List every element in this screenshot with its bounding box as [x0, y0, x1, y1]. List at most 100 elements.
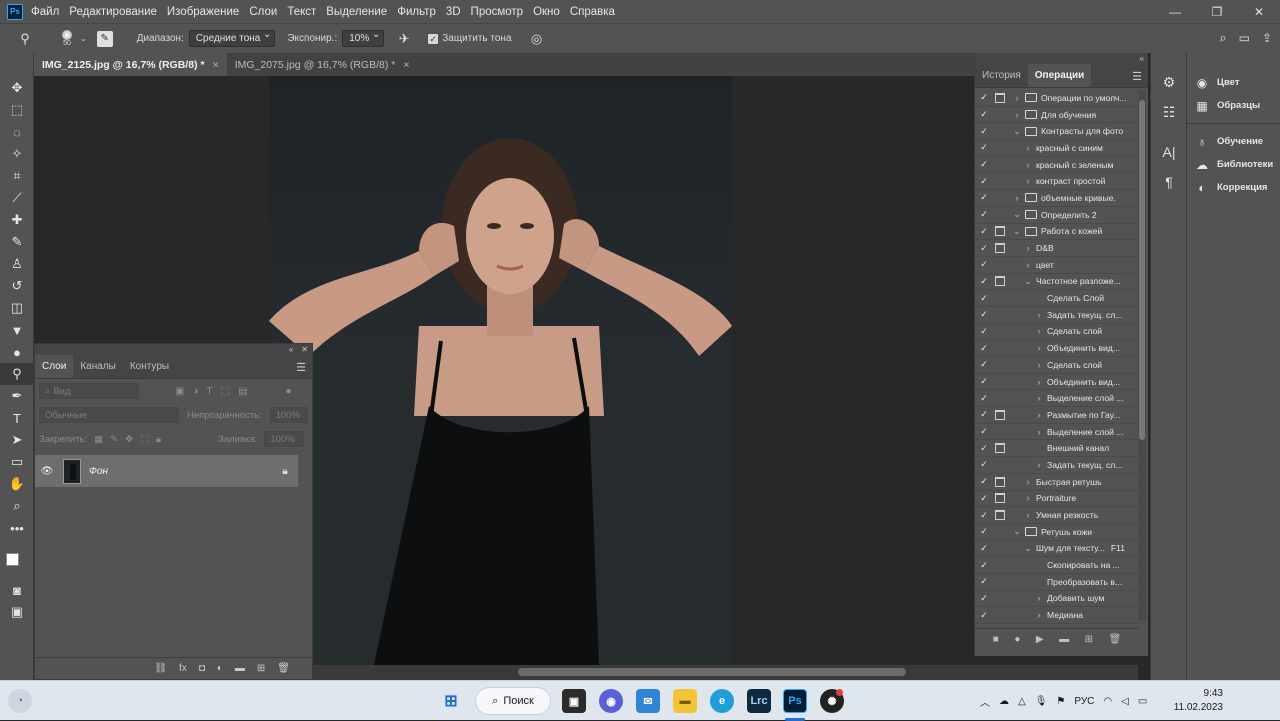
record-icon[interactable]: ● [1014, 634, 1020, 645]
dialog-toggle-icon[interactable] [993, 226, 1007, 237]
expand-arrow-icon[interactable]: ⌄ [1011, 209, 1023, 220]
microphone-icon[interactable]: 🎙︎ [1035, 696, 1048, 707]
lock-pixels-icon[interactable]: ✎ [110, 434, 118, 445]
menu-filter[interactable]: Фильтр [397, 6, 443, 18]
menu-window[interactable]: Окно [533, 6, 567, 18]
learn-panel-button[interactable]: ♁ Обучение [1187, 130, 1280, 153]
expand-arrow-icon[interactable]: ⌄ [1011, 526, 1023, 537]
action-row[interactable]: ✓ › Объединить вид... [975, 374, 1139, 391]
action-checkmark-icon[interactable]: ✓ [975, 393, 993, 404]
tab-actions[interactable]: Операции [1027, 64, 1092, 87]
new-group-icon[interactable]: ▬ [235, 663, 245, 674]
dodge-tool-icon[interactable]: ⚲ [0, 363, 34, 385]
brush-tool-icon[interactable]: ✎ [0, 231, 34, 253]
action-row[interactable]: ✓ › контраст простой [975, 173, 1139, 191]
hand-tool-icon[interactable]: ✋ [0, 473, 34, 495]
action-checkmark-icon[interactable]: ✓ [975, 209, 993, 220]
battery-icon[interactable]: ▭ [1138, 696, 1147, 707]
expand-arrow-icon[interactable]: › [1022, 493, 1034, 503]
action-row[interactable]: ✓ › D&B [975, 240, 1139, 257]
layer-lock-icon[interactable]: 🔒︎ [272, 466, 298, 477]
dialog-toggle-icon[interactable] [993, 610, 1007, 621]
flag-icon[interactable]: ⚑ [1056, 696, 1065, 707]
history-brush-tool-icon[interactable]: ↺ [0, 275, 34, 297]
dialog-toggle-icon[interactable] [993, 393, 1007, 404]
actions-scrollbar-thumb[interactable] [1139, 100, 1145, 440]
foreground-color-swatch[interactable] [6, 553, 19, 566]
lasso-tool-icon[interactable]: ◌ [0, 121, 34, 143]
expand-arrow-icon[interactable]: › [1011, 110, 1023, 120]
dialog-toggle-icon[interactable] [993, 526, 1007, 537]
expand-arrow-icon[interactable]: › [1022, 176, 1034, 186]
expand-arrow-icon[interactable]: › [1033, 343, 1045, 353]
opacity-input[interactable]: 100% [269, 407, 308, 423]
menu-help[interactable]: Справка [570, 6, 622, 18]
action-checkmark-icon[interactable]: ✓ [975, 176, 993, 187]
photoshop-taskbar-icon[interactable]: Ps [783, 689, 807, 713]
panel-menu-icon[interactable]: ☰ [1132, 70, 1142, 83]
expand-arrow-icon[interactable]: › [1033, 360, 1045, 370]
filter-pixel-icon[interactable]: ▣ [175, 386, 184, 397]
action-row[interactable]: ✓ › Добавить шум [975, 591, 1139, 608]
dialog-toggle-icon[interactable] [993, 92, 1007, 103]
action-row[interactable]: ✓ › Быстрая ретушь [975, 474, 1139, 491]
action-checkmark-icon[interactable]: ✓ [975, 359, 993, 370]
chevron-down-icon[interactable]: ⌄ [80, 34, 87, 43]
dialog-toggle-icon[interactable] [993, 309, 1007, 320]
menu-file[interactable]: Файл [31, 6, 66, 18]
dialog-toggle-icon[interactable] [993, 142, 1007, 153]
expand-arrow-icon[interactable]: ⌄ [1022, 276, 1034, 287]
close-icon[interactable]: × [213, 59, 219, 71]
action-checkmark-icon[interactable]: ✓ [975, 543, 993, 554]
action-row[interactable]: ✓ Сделать Слой [975, 290, 1139, 307]
action-checkmark-icon[interactable]: ✓ [975, 142, 993, 153]
expand-arrow-icon[interactable]: › [1022, 143, 1034, 153]
action-checkmark-icon[interactable]: ✓ [975, 560, 993, 571]
action-row[interactable]: ✓ › объемные кривые. [975, 190, 1139, 207]
workspace-icon[interactable]: ▭ [1239, 30, 1250, 46]
dialog-toggle-icon[interactable] [993, 192, 1007, 203]
dialog-toggle-icon[interactable] [993, 510, 1007, 521]
action-checkmark-icon[interactable]: ✓ [975, 126, 993, 137]
color-panel-button[interactable]: ◉ Цвет [1187, 71, 1280, 94]
dialog-toggle-icon[interactable] [993, 543, 1007, 554]
expand-arrow-icon[interactable]: › [1033, 410, 1045, 420]
brush-settings-icon[interactable]: ✎ [96, 30, 113, 47]
lock-transparent-icon[interactable]: ▦ [94, 434, 103, 445]
action-checkmark-icon[interactable]: ✓ [975, 476, 993, 487]
lock-artboard-icon[interactable]: ⬚ [140, 434, 149, 445]
expand-arrow-icon[interactable]: › [1033, 310, 1045, 320]
lock-all-icon[interactable]: 🔒︎ [156, 434, 161, 445]
collapse-icon[interactable]: « [289, 345, 293, 354]
action-checkmark-icon[interactable]: ✓ [975, 526, 993, 537]
action-row[interactable]: ✓ ⌄ Контрасты для фото [975, 123, 1139, 141]
menu-layers[interactable]: Слои [249, 6, 284, 18]
delete-layer-icon[interactable]: 🗑︎ [277, 663, 290, 674]
crop-tool-icon[interactable]: ⌗ [0, 165, 34, 187]
action-checkmark-icon[interactable]: ✓ [975, 426, 993, 437]
dialog-toggle-icon[interactable] [993, 459, 1007, 470]
dialog-toggle-icon[interactable] [993, 326, 1007, 337]
action-row[interactable]: ✓ › Сделать слой [975, 324, 1139, 341]
filter-smart-object-icon[interactable]: ▤ [238, 386, 247, 397]
action-row[interactable]: ✓ › Portraiture [975, 491, 1139, 508]
new-set-icon[interactable]: ▬ [1059, 634, 1069, 645]
close-icon[interactable]: × [403, 59, 409, 71]
action-checkmark-icon[interactable]: ✓ [975, 576, 993, 587]
expand-arrow-icon[interactable]: › [1022, 477, 1034, 487]
action-checkmark-icon[interactable]: ✓ [975, 226, 993, 237]
expand-arrow-icon[interactable]: ⌄ [1011, 226, 1023, 237]
document-image[interactable] [269, 76, 732, 665]
dialog-toggle-icon[interactable] [993, 476, 1007, 487]
action-row[interactable]: ✓ ⌄ Работа с кожей [975, 224, 1139, 241]
lightroom-classic-icon[interactable]: Lrc [747, 689, 771, 713]
layer-style-icon[interactable]: fx [179, 663, 187, 674]
dialog-toggle-icon[interactable] [993, 243, 1007, 254]
pen-tool-icon[interactable]: ✒ [0, 385, 34, 407]
adjust-panel-icon[interactable]: ⚙ [1151, 67, 1187, 97]
wifi-icon[interactable]: ◠ [1103, 696, 1112, 707]
action-checkmark-icon[interactable]: ✓ [975, 293, 993, 304]
new-layer-icon[interactable]: ⊞ [257, 663, 265, 674]
expand-arrow-icon[interactable]: › [1033, 393, 1045, 403]
tab-channels[interactable]: Каналы [73, 355, 123, 378]
